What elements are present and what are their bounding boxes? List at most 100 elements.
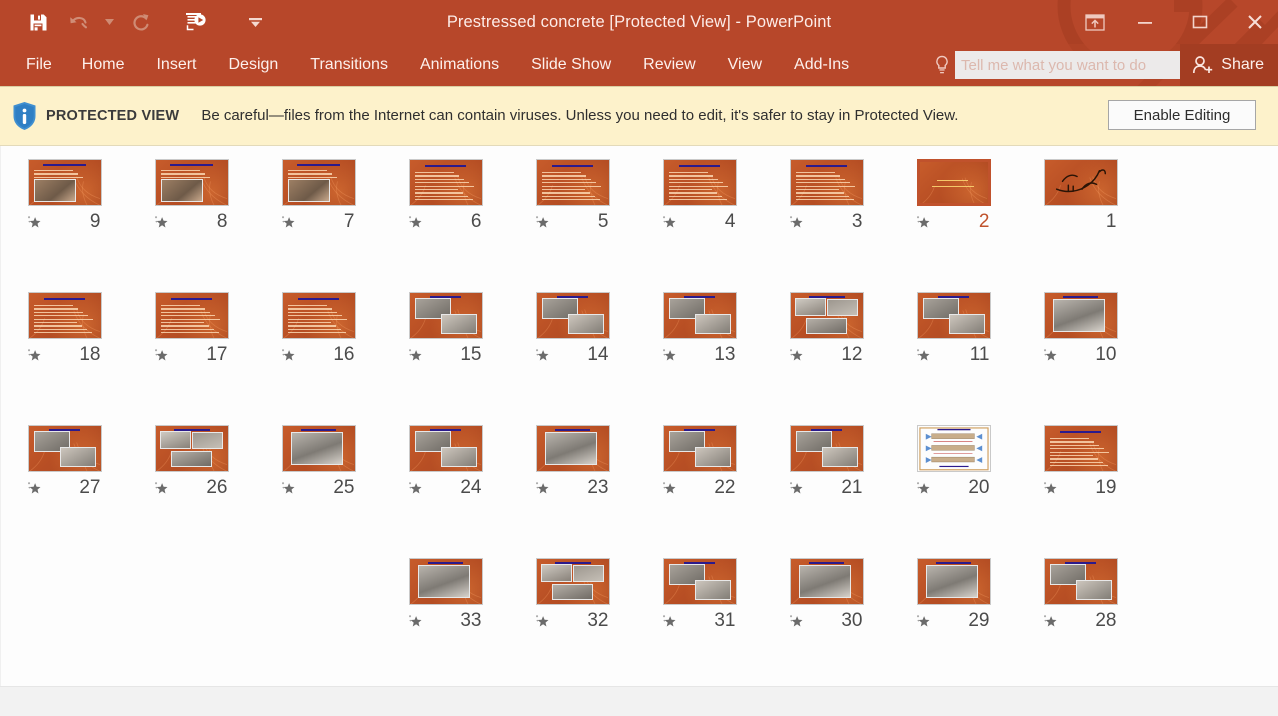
slide-thumbnail[interactable] <box>662 292 737 339</box>
share-button[interactable]: Share <box>1180 44 1278 86</box>
ribbon-tabs[interactable]: File Home Insert Design Transitions Anim… <box>12 44 865 86</box>
slide-cell[interactable]: 9 <box>1 159 128 292</box>
tab-design[interactable]: Design <box>212 44 294 86</box>
slide-cell[interactable]: 7 <box>255 159 382 292</box>
tab-review[interactable]: Review <box>627 44 711 86</box>
slide-cell[interactable]: 26 <box>128 425 255 558</box>
slide-thumbnail[interactable] <box>916 292 991 339</box>
slide-thumbnail-wrapper[interactable]: 15 <box>408 292 483 365</box>
slide-cell[interactable]: 5 <box>509 159 636 292</box>
slide-thumbnail[interactable] <box>1043 159 1118 206</box>
slide-cell[interactable]: 25 <box>255 425 382 558</box>
slide-thumbnail[interactable] <box>281 292 356 339</box>
slide-thumbnail[interactable] <box>662 159 737 206</box>
slide-thumbnail-wrapper[interactable]: 4 <box>662 159 737 232</box>
slide-cell[interactable]: 10 <box>1017 292 1144 425</box>
slide-thumbnail-wrapper[interactable]: 22 <box>662 425 737 498</box>
tab-add-ins[interactable]: Add-Ins <box>778 44 865 86</box>
slide-thumbnail-wrapper[interactable]: 29 <box>916 558 991 631</box>
slide-thumbnail-wrapper[interactable]: 11 <box>916 292 991 365</box>
slide-cell[interactable]: 27 <box>1 425 128 558</box>
slide-thumbnail-wrapper[interactable]: 28 <box>1043 558 1118 631</box>
slide-thumbnail[interactable] <box>154 425 229 472</box>
close-button[interactable] <box>1232 0 1278 44</box>
slide-cell[interactable]: 13 <box>636 292 763 425</box>
tab-view[interactable]: View <box>712 44 778 86</box>
close-icon[interactable] <box>1232 0 1278 44</box>
minimize-button[interactable] <box>1122 0 1168 44</box>
restore-icon[interactable] <box>1177 0 1223 44</box>
slide-thumbnail-wrapper[interactable]: 20 <box>916 425 991 498</box>
slide-thumbnail[interactable] <box>1043 558 1118 605</box>
tell-me-input[interactable] <box>955 51 1183 79</box>
slide-cell[interactable]: 30 <box>763 558 890 686</box>
tab-transitions[interactable]: Transitions <box>294 44 404 86</box>
slide-cell[interactable]: 31 <box>636 558 763 686</box>
slide-cell[interactable]: 29 <box>890 558 1017 686</box>
slide-thumbnail[interactable] <box>27 159 102 206</box>
slide-thumbnail[interactable] <box>535 292 610 339</box>
slide-thumbnail[interactable] <box>535 425 610 472</box>
slide-cell[interactable]: 19 <box>1017 425 1144 558</box>
slide-thumbnail-wrapper[interactable]: 23 <box>535 425 610 498</box>
slide-thumbnail-wrapper[interactable]: 17 <box>154 292 229 365</box>
slide-thumbnail[interactable] <box>789 292 864 339</box>
slide-cell[interactable]: 6 <box>382 159 509 292</box>
slide-cell[interactable]: 11 <box>890 292 1017 425</box>
slide-thumbnail[interactable] <box>535 558 610 605</box>
tab-slide-show[interactable]: Slide Show <box>515 44 627 86</box>
slide-cell[interactable]: 18 <box>1 292 128 425</box>
slide-thumbnail[interactable] <box>662 425 737 472</box>
enable-editing-button[interactable]: Enable Editing <box>1108 100 1256 130</box>
ribbon-display-options-icon[interactable] <box>1072 0 1118 44</box>
slide-cell[interactable]: 32 <box>509 558 636 686</box>
slide-cell[interactable]: 2 <box>890 159 1017 292</box>
slide-thumbnail-wrapper[interactable]: 16 <box>281 292 356 365</box>
slide-thumbnail[interactable] <box>281 425 356 472</box>
slide-thumbnail-wrapper[interactable]: 1 <box>1043 159 1118 232</box>
slide-thumbnail[interactable] <box>154 159 229 206</box>
slide-thumbnail[interactable] <box>789 558 864 605</box>
slide-thumbnail-wrapper[interactable]: 30 <box>789 558 864 631</box>
slide-cell[interactable]: 17 <box>128 292 255 425</box>
tab-animations[interactable]: Animations <box>404 44 515 86</box>
slide-thumbnail[interactable] <box>789 159 864 206</box>
slide-thumbnail-wrapper[interactable]: 32 <box>535 558 610 631</box>
slide-thumbnail-wrapper[interactable]: 33 <box>408 558 483 631</box>
slide-thumbnail-wrapper[interactable]: 21 <box>789 425 864 498</box>
slide-thumbnail-wrapper[interactable]: 26 <box>154 425 229 498</box>
slide-thumbnail[interactable] <box>408 292 483 339</box>
slide-sorter-pane[interactable]: 9 8 7 6 5 4 3 2 1 18 17 16 15 14 13 12 1… <box>0 146 1278 686</box>
slide-thumbnail[interactable] <box>408 558 483 605</box>
slide-thumbnail-wrapper[interactable]: 3 <box>789 159 864 232</box>
slide-thumbnail-wrapper[interactable]: 8 <box>154 159 229 232</box>
tab-file[interactable]: File <box>12 44 66 86</box>
slide-cell[interactable]: 16 <box>255 292 382 425</box>
slide-thumbnail[interactable] <box>662 558 737 605</box>
slide-thumbnail-wrapper[interactable]: 12 <box>789 292 864 365</box>
slide-thumbnail-wrapper[interactable]: 19 <box>1043 425 1118 498</box>
slide-thumbnail[interactable] <box>535 159 610 206</box>
tab-insert[interactable]: Insert <box>140 44 212 86</box>
ribbon-display-options-button[interactable] <box>1072 0 1118 44</box>
slide-thumbnail-wrapper[interactable]: 24 <box>408 425 483 498</box>
slide-thumbnail-wrapper[interactable]: 14 <box>535 292 610 365</box>
slide-thumbnail[interactable] <box>1043 292 1118 339</box>
slide-cell[interactable]: 20 <box>890 425 1017 558</box>
slide-thumbnail-wrapper[interactable]: 31 <box>662 558 737 631</box>
slide-thumbnail-wrapper[interactable]: 10 <box>1043 292 1118 365</box>
slide-cell[interactable]: 33 <box>382 558 509 686</box>
slide-cell[interactable]: 4 <box>636 159 763 292</box>
slide-cell[interactable]: 14 <box>509 292 636 425</box>
slide-thumbnail-wrapper[interactable]: 6 <box>408 159 483 232</box>
tab-home[interactable]: Home <box>66 44 141 86</box>
restore-button[interactable] <box>1177 0 1223 44</box>
slide-thumbnail[interactable] <box>789 425 864 472</box>
slide-cell[interactable]: 21 <box>763 425 890 558</box>
slide-cell[interactable]: 15 <box>382 292 509 425</box>
slide-cell[interactable]: 3 <box>763 159 890 292</box>
slide-thumbnail[interactable] <box>916 558 991 605</box>
slide-thumbnail[interactable] <box>916 425 991 472</box>
slide-cell[interactable]: 8 <box>128 159 255 292</box>
slide-cell[interactable]: 12 <box>763 292 890 425</box>
